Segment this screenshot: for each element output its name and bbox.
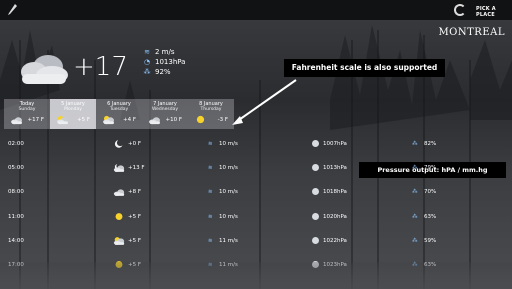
hour-time: 14:00 [8,237,24,244]
day-weekday: Sunday [18,107,36,112]
day-temperature: -3 F [217,117,228,123]
day-weekday: Tuesday [109,107,129,112]
sun-icon [113,212,125,222]
hour-humidity: 82% [424,141,437,147]
day-weekday: Wednesday [151,107,179,112]
city-name: MONTREAL [438,27,505,38]
wind-icon: ≋ [208,213,213,220]
day-tab-1[interactable]: 5 January Monday +5 F [50,99,96,129]
wind-icon: ≋ [208,189,213,196]
day-tab-3[interactable]: 7 January Wednesday +10 F [142,99,188,129]
sun-icon [193,115,208,125]
wind-icon: ≋ [208,237,213,244]
top-bar: PICK A PLACE [0,0,512,20]
hour-humidity: 63% [424,213,437,220]
pick-a-place-button[interactable]: PICK A PLACE [476,6,512,18]
pressure-icon [312,188,319,196]
day-temperature: +4 F [122,117,136,123]
moon-icon [113,139,125,149]
pressure-icon [312,212,319,220]
pressure-icon [312,164,319,172]
hour-time: 11:00 [8,213,24,220]
wind-icon: ≋ [144,48,150,56]
cloudy-icon [21,55,68,84]
hour-wind: 10 m/s [219,213,238,220]
hour-temperature: +0 F [128,141,142,147]
humidity-icon: ⁂ [412,141,418,147]
hourly-row: 02:00 +0 F ≋ 10 m/s 1007hPa ⁂ 82% [0,136,512,160]
pen-icon[interactable] [6,3,18,17]
day-temperature: +17 F [27,117,44,123]
hour-wind: 10 m/s [219,189,238,196]
day-temperature: +10 F [165,117,182,123]
moon-cloud-icon [113,163,125,173]
pressure-icon [312,236,319,244]
hour-wind: 10 m/s [219,141,238,147]
humidity-icon: ⁂ [143,68,151,76]
current-humidity: 92% [155,68,171,76]
current-temperature: +17 [73,52,128,82]
hourly-row: 05:00 +13 F ≋ 10 m/s 1013hPa ⁂ 79% [0,160,512,184]
cloudy-icon [147,115,162,125]
bottom-shade [0,262,512,289]
hourly-row: 08:00 +8 F ≋ 10 m/s 1018hPa ⁂ 70% [0,184,512,208]
sun-cloud-icon [101,115,116,125]
hour-temperature: +5 F [128,213,142,220]
fahrenheit-callout: Fahrenheit scale is also supported [284,59,445,77]
cloudy-icon [9,115,24,125]
hour-wind: 10 m/s [219,165,238,172]
refresh-icon[interactable] [454,4,466,16]
hour-time: 05:00 [8,165,24,172]
hourly-row: 11:00 +5 F ≋ 10 m/s 1020hPa ⁂ 63% [0,209,512,233]
sun-cloud-icon [113,236,125,246]
humidity-icon: ⁂ [412,165,418,172]
hourly-row: 14:00 +5 F ≋ 11 m/s 1022hPa ⁂ 59% [0,233,512,257]
hour-pressure: 1007hPa [323,141,347,147]
hour-time: 08:00 [8,189,24,196]
day-tab-0[interactable]: Today Sunday +17 F [4,99,50,129]
hour-pressure: 1018hPa [323,189,347,196]
day-temperature: +5 F [76,117,90,123]
pressure-icon [312,140,319,147]
humidity-icon: ⁂ [412,189,418,196]
day-weekday: Thursday [200,107,222,112]
daily-forecast-strip: Today Sunday +17 F5 January Monday +5 F6 Jan… [4,99,234,129]
hour-humidity: 79% [424,165,437,172]
sun-cloud-icon [55,115,70,125]
hour-temperature: +5 F [128,237,142,244]
hour-pressure: 1013hPa [323,165,347,172]
cloud-icon [113,187,125,197]
hour-temperature: +8 F [128,189,142,196]
hour-wind: 11 m/s [219,237,238,244]
hour-time: 02:00 [8,141,24,147]
current-details: ≋ 2 m/s ◔ 1013hPa ⁂ 92% [143,47,186,77]
day-tab-4[interactable]: 8 January Thursday -3 F [188,99,234,129]
pressure-icon: ◔ [143,58,151,66]
humidity-icon: ⁂ [412,213,418,220]
day-weekday: Monday [64,107,82,112]
wind-icon: ≋ [208,165,213,172]
wind-icon: ≋ [208,141,213,147]
hour-temperature: +13 F [128,165,145,172]
hour-pressure: 1020hPa [323,213,347,220]
hourly-forecast-list: 02:00 +0 F ≋ 10 m/s 1007hPa ⁂ 82% 05:00 +13 F ≋ 10… [0,136,512,281]
current-pressure: 1013hPa [155,58,186,66]
day-tab-2[interactable]: 6 January Tuesday +4 F [96,99,142,129]
humidity-icon: ⁂ [412,237,418,244]
hour-humidity: 59% [424,237,437,244]
hour-humidity: 70% [424,189,437,196]
hour-pressure: 1022hPa [323,237,347,244]
current-wind: 2 m/s [155,48,175,56]
